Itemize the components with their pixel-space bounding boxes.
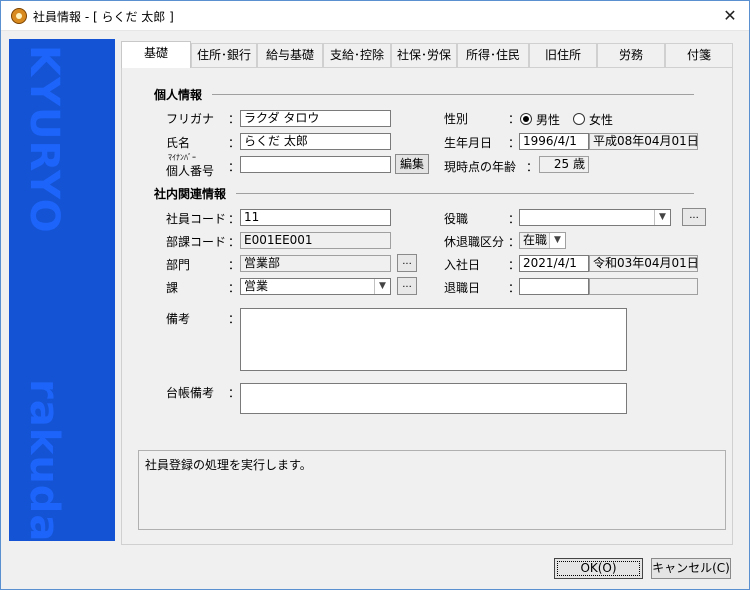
hire-date-field[interactable]: 2021/4/1 bbox=[519, 255, 589, 272]
colon: ： bbox=[228, 112, 241, 126]
remarks-label: 備考 bbox=[166, 312, 191, 326]
position-label: 役職 bbox=[444, 212, 469, 226]
retire-date-label: 退職日 bbox=[444, 281, 481, 295]
tab-address-bank[interactable]: 住所･銀行 bbox=[191, 43, 257, 67]
age-label: 現時点の年齢 bbox=[444, 160, 517, 174]
basic-tab-panel: 個人情報 フリガナ ： ラクダ タロウ 氏名 ： らくだ 太郎 ﾏｲﾅﾝﾊﾞｰ … bbox=[121, 67, 733, 545]
section-divider bbox=[236, 193, 694, 194]
position-picker-button[interactable]: ... bbox=[682, 208, 706, 226]
tab-labor[interactable]: 労務 bbox=[597, 43, 665, 67]
chevron-down-icon[interactable]: ▼ bbox=[374, 279, 390, 294]
employee-code-label: 社員コード bbox=[166, 212, 227, 226]
retire-date-wareki bbox=[589, 278, 698, 295]
status-select[interactable]: 在職 ▼ bbox=[519, 232, 566, 249]
close-icon[interactable]: ✕ bbox=[721, 7, 739, 25]
hire-date-wareki: 令和03年04月01日 bbox=[589, 255, 698, 272]
department-label: 部門 bbox=[166, 258, 191, 272]
retire-date-field[interactable] bbox=[519, 278, 589, 295]
tab-sticky-note[interactable]: 付箋 bbox=[665, 43, 733, 67]
tab-basic[interactable]: 基礎 bbox=[121, 41, 191, 68]
section-label: 課 bbox=[166, 281, 179, 295]
furigana-label: フリガナ bbox=[166, 112, 215, 126]
dept-code-label: 部課コード bbox=[166, 235, 227, 249]
ok-button[interactable]: OK(O) bbox=[554, 558, 643, 579]
birthday-field[interactable]: 1996/4/1 bbox=[519, 133, 589, 150]
window-title: 社員情報 - [ らくだ 太郎 ] bbox=[33, 10, 174, 24]
employee-code-field[interactable]: 11 bbox=[240, 209, 391, 226]
colon: ： bbox=[228, 386, 241, 400]
furigana-field[interactable]: ラクダ タロウ bbox=[240, 110, 391, 127]
sidebar-watermark-top: KYURYO bbox=[21, 45, 67, 234]
chevron-down-icon[interactable]: ▼ bbox=[549, 233, 565, 248]
status-label: 休退職区分 bbox=[444, 235, 505, 249]
dept-code-field: E001EE001 bbox=[240, 232, 391, 249]
colon: ： bbox=[228, 212, 241, 226]
section-picker-button[interactable]: ... bbox=[397, 277, 417, 295]
hire-date-label: 入社日 bbox=[444, 258, 481, 272]
tab-income-resident[interactable]: 所得･住民 bbox=[457, 43, 529, 67]
remarks-textarea[interactable] bbox=[240, 308, 627, 371]
name-label: 氏名 bbox=[166, 136, 191, 150]
sidebar-watermark-bottom: rakuda bbox=[21, 379, 67, 541]
birthday-wareki: 平成08年04月01日 bbox=[589, 133, 698, 150]
name-field[interactable]: らくだ 太郎 bbox=[240, 133, 391, 150]
female-label: 女性 bbox=[589, 113, 614, 127]
age-field: 25 歳 bbox=[539, 156, 589, 173]
colon: ： bbox=[526, 160, 539, 174]
message-area: 社員登録の処理を実行します。 bbox=[138, 450, 726, 530]
mynumber-field[interactable] bbox=[240, 156, 391, 173]
mynumber-label: 個人番号 bbox=[166, 164, 215, 178]
section-select[interactable]: 営業 ▼ bbox=[240, 278, 391, 295]
personal-info-heading: 個人情報 bbox=[154, 88, 203, 102]
status-value: 在職 bbox=[523, 233, 548, 247]
colon: ： bbox=[228, 312, 241, 326]
section-divider bbox=[212, 94, 694, 95]
colon: ： bbox=[228, 281, 241, 295]
cancel-button[interactable]: キャンセル(C) bbox=[651, 558, 731, 579]
colon: ： bbox=[508, 112, 521, 126]
tab-pay-deduction[interactable]: 支給･控除 bbox=[323, 43, 391, 67]
colon: ： bbox=[228, 258, 241, 272]
ledger-remarks-label: 台帳備考 bbox=[166, 386, 215, 400]
female-radio[interactable] bbox=[573, 113, 585, 125]
ledger-remarks-textarea[interactable] bbox=[240, 383, 627, 414]
colon: ： bbox=[228, 235, 241, 249]
tab-salary-basic[interactable]: 給与基礎 bbox=[257, 43, 323, 67]
tab-old-address[interactable]: 旧住所 bbox=[529, 43, 597, 67]
title-bar: 社員情報 - [ らくだ 太郎 ] ✕ bbox=[1, 1, 749, 31]
company-info-heading: 社内関連情報 bbox=[154, 187, 227, 201]
department-field: 営業部 bbox=[240, 255, 391, 272]
app-icon bbox=[11, 8, 27, 24]
colon: ： bbox=[228, 136, 241, 150]
sidebar-banner: KYURYO rakuda bbox=[9, 39, 115, 541]
employee-window: 社員情報 - [ らくだ 太郎 ] ✕ KYURYO rakuda 基礎 住所･… bbox=[0, 0, 750, 590]
section-value: 営業 bbox=[244, 279, 269, 293]
department-picker-button[interactable]: ... bbox=[397, 254, 417, 272]
birthday-label: 生年月日 bbox=[444, 136, 493, 150]
gender-label: 性別 bbox=[444, 112, 469, 126]
male-label: 男性 bbox=[536, 113, 561, 127]
position-select[interactable]: ▼ bbox=[519, 209, 671, 226]
male-radio[interactable] bbox=[520, 113, 532, 125]
colon: ： bbox=[228, 160, 241, 174]
tab-social-insurance[interactable]: 社保･労保 bbox=[391, 43, 457, 67]
tab-bar: 基礎 住所･銀行 給与基礎 支給･控除 社保･労保 所得･住民 旧住所 労務 付… bbox=[121, 41, 733, 68]
chevron-down-icon[interactable]: ▼ bbox=[654, 210, 670, 225]
edit-button[interactable]: 編集 bbox=[395, 154, 429, 174]
